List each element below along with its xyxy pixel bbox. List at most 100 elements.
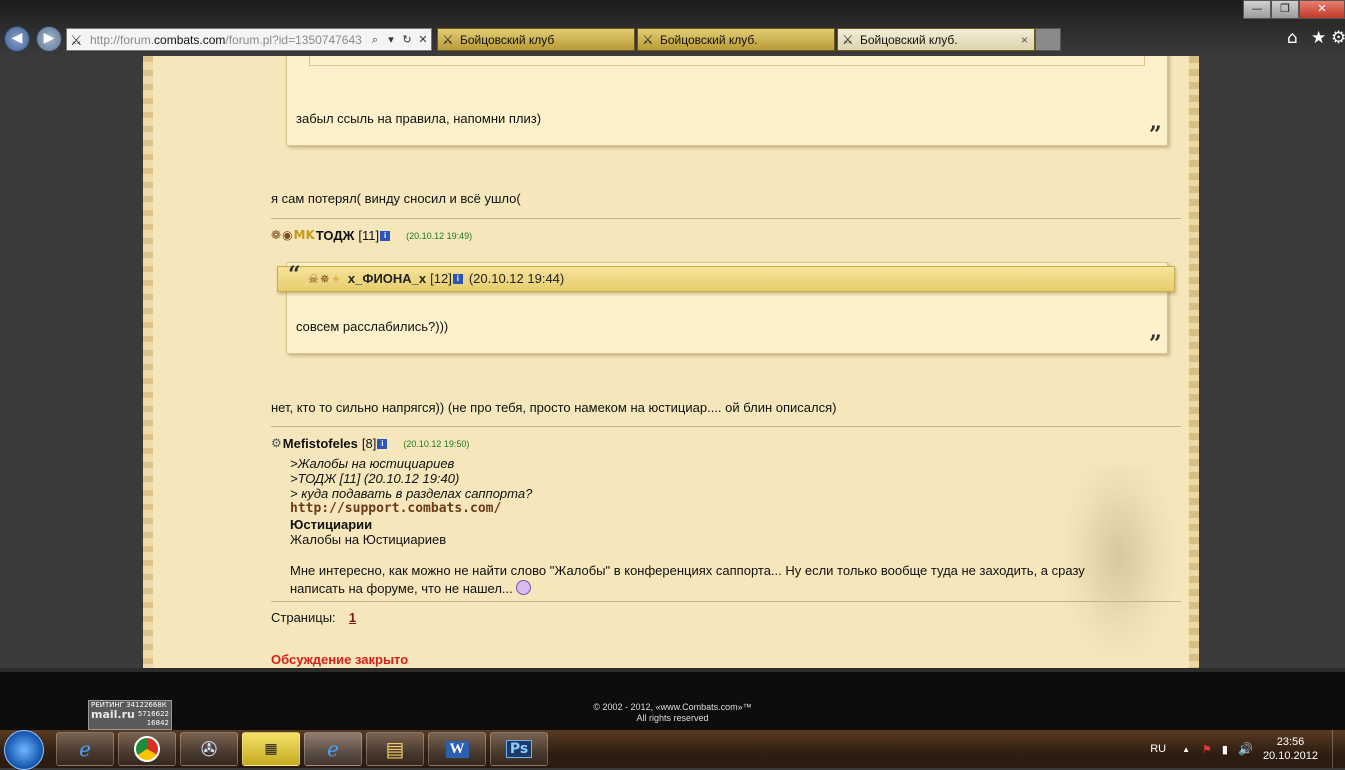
post-text-line: написать на форуме, что не нашел... (290, 581, 513, 596)
copyright: © 2002 - 2012, «www.Combats.com»™ All ri… (0, 702, 1345, 724)
show-hidden-icons-icon[interactable]: ▲ (1182, 745, 1190, 754)
video-editor-icon[interactable]: ▦ (242, 732, 300, 766)
post-text: я сам потерял( винду сносил и всё ушло( (271, 191, 521, 206)
align-icon: ◉ (282, 228, 293, 242)
network-icon[interactable]: ▮ (1222, 743, 1228, 756)
crossed-swords-icon: ⚔ (70, 31, 83, 48)
tab-title: Бойцовский клуб. (860, 33, 958, 47)
home-icon[interactable]: ⌂ (1287, 28, 1298, 48)
quote-text: совсем расслабились?))) (296, 319, 449, 334)
badge-icon: ✦ (330, 271, 341, 286)
site-footer: РЕЙТИНГ 34122668К mail.ru 5716622 16842 … (0, 668, 1345, 734)
new-tab-button[interactable] (1035, 28, 1061, 51)
clan-icon: ☠ (308, 271, 319, 286)
clock[interactable]: 23:56 20.10.2012 (1263, 735, 1318, 763)
refresh-icon[interactable]: ↻ (399, 33, 415, 46)
clock-time: 23:56 (1276, 736, 1305, 748)
post-divider (271, 601, 1181, 602)
back-button[interactable]: ◀ (4, 26, 30, 52)
action-center-flag-icon[interactable]: ⚑ (1202, 743, 1212, 756)
post-divider (271, 218, 1181, 219)
address-bar[interactable]: ⚔ http://forum.combats.com/forum.pl?id=1… (66, 28, 432, 51)
maximize-button[interactable]: ❐ (1271, 0, 1299, 19)
close-tab-button[interactable]: × (1021, 29, 1028, 51)
close-window-button[interactable]: ✕ (1299, 0, 1345, 19)
windows-taskbar: ℯ ✇ ▦ ℯ ▤ W Ps RU ▲ ⚑ ▮ 🔊 23:56 20.10.20… (0, 730, 1345, 770)
topic-closed-label: Обсуждение закрыто (271, 652, 409, 667)
url-text[interactable]: http://forum.combats.com/forum.pl?id=135… (90, 33, 367, 47)
author-level: [8] (361, 436, 377, 451)
post-divider (271, 426, 1181, 427)
language-indicator[interactable]: RU (1150, 743, 1166, 755)
post-text: Мне интересно, как можно не найти слово … (290, 563, 1085, 578)
search-icon[interactable]: ⌕ (367, 33, 383, 47)
info-icon[interactable]: i (380, 230, 391, 241)
minimize-button[interactable]: — (1243, 0, 1271, 19)
quoted-date: (20.10.12 19:44) (468, 271, 565, 286)
post-author-line: ❁ ◉ MK ТОДЖ [11] i (20.10.12 19:49) (271, 228, 472, 243)
volume-icon[interactable]: 🔊 (1238, 742, 1253, 756)
photoshop-icon[interactable]: Ps (490, 732, 548, 766)
start-button[interactable] (4, 730, 44, 770)
crossed-swords-icon: ⚔ (642, 32, 654, 47)
nested-quote-box (309, 56, 1145, 66)
post-author-line: ⚙ Mefistofeles [8] i (20.10.12 19:50) (271, 436, 469, 451)
bold-heading: Юстициарии (290, 517, 373, 532)
internet-explorer-icon[interactable]: ℯ (304, 732, 362, 766)
forward-button[interactable]: ▶ (36, 26, 62, 52)
author-name[interactable]: Mefistofeles (283, 436, 358, 451)
forum-page: ” забыл ссыль на правила, напомни плиз) … (143, 56, 1199, 668)
close-quote-icon: ” (1125, 56, 1138, 70)
clan-icon: ❁ (271, 228, 282, 242)
crossed-swords-icon: ⚔ (442, 32, 454, 47)
post-date: (20.10.12 19:49) (406, 230, 473, 241)
star-icon[interactable]: ★ (1311, 28, 1326, 48)
quoted-author-name[interactable]: x_ФИОНА_x (348, 268, 426, 290)
tab-title: Бойцовский клуб (460, 33, 555, 47)
post-date: (20.10.12 19:50) (403, 438, 470, 449)
system-tray: RU ▲ ⚑ ▮ 🔊 23:56 20.10.2012 (1150, 730, 1345, 768)
clan-icon: ⚙ (271, 436, 282, 450)
close-quote-icon: ” (1149, 122, 1162, 148)
mk-badge-icon: MK (293, 228, 315, 242)
copyright-line: All rights reserved (636, 713, 709, 723)
chrome-icon[interactable] (118, 732, 176, 766)
browser-toolbar: — ❐ ✕ ◀ ▶ ⚔ http://forum.combats.com/for… (0, 0, 1345, 56)
info-icon[interactable]: i (452, 274, 463, 284)
show-desktop-button[interactable] (1332, 730, 1345, 768)
quote-box-1 (286, 56, 1168, 146)
quote-header: “ ☠ ✵ ✦ x_ФИОНА_x [12] i (20.10.12 19:44… (277, 262, 1175, 292)
quote-text: забыл ссыль на правила, напомни плиз) (296, 111, 542, 126)
copyright-line: © 2002 - 2012, «www.Combats.com»™ (593, 702, 752, 712)
author-name[interactable]: ТОДЖ (316, 228, 355, 243)
support-link[interactable]: http://support.combats.com/ (290, 501, 501, 516)
open-quote-icon: “ (288, 262, 301, 288)
crossed-swords-icon: ⚔ (842, 32, 854, 47)
quote-line: > куда подавать в разделах саппорта? (290, 486, 533, 501)
tab-1[interactable]: ⚔ Бойцовский клуб (437, 28, 635, 51)
internet-explorer-icon[interactable]: ℯ (56, 732, 114, 766)
tab-title: Бойцовский клуб. (660, 33, 758, 47)
clock-date: 20.10.2012 (1262, 750, 1318, 762)
post-text: Жалобы на Юстициариев (290, 532, 447, 547)
page-link-1[interactable]: 1 (349, 610, 356, 625)
align-icon: ✵ (319, 271, 330, 286)
info-icon[interactable]: i (377, 438, 388, 449)
dropdown-arrow-icon[interactable]: ▾ (383, 33, 399, 46)
smiley-icon (516, 580, 532, 595)
word-icon[interactable]: W (428, 732, 486, 766)
quote-line: >ТОДЖ [11] (20.10.12 19:40) (290, 471, 460, 486)
post-text: нет, кто то сильно напрягся)) (не про те… (271, 400, 837, 415)
window-controls: — ❐ ✕ (1243, 0, 1345, 19)
post-text: написать на форуме, что не нашел... (290, 580, 532, 596)
gear-icon[interactable]: ⚙ (1331, 28, 1345, 48)
tab-2[interactable]: ⚔ Бойцовский клуб. (637, 28, 835, 51)
stop-icon[interactable]: ✕ (415, 33, 431, 46)
quote-line: >Жалобы на юстициариев (290, 456, 455, 471)
pages-label: Страницы: (271, 610, 336, 625)
file-explorer-icon[interactable]: ▤ (366, 732, 424, 766)
quoted-author-level: [12] (430, 271, 452, 286)
tab-3-active[interactable]: ⚔ Бойцовский клуб. × (837, 28, 1035, 51)
media-player-icon[interactable]: ✇ (180, 732, 238, 766)
close-quote-icon: ” (1149, 331, 1162, 357)
